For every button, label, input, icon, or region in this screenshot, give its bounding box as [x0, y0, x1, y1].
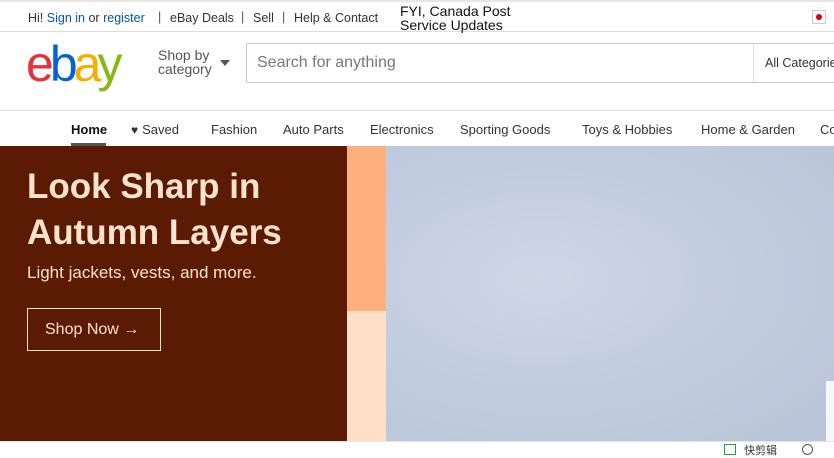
greeting: Hi! Sign in or register: [28, 11, 145, 25]
category-select[interactable]: All Categories: [753, 44, 834, 82]
nav-item-toys-hobbies[interactable]: Toys & Hobbies: [582, 122, 672, 137]
quick-edit-label[interactable]: 快剪辑: [744, 442, 777, 458]
search-input[interactable]: [247, 44, 753, 82]
register-link[interactable]: register: [103, 11, 145, 25]
play-icon[interactable]: [724, 444, 736, 455]
ebay-logo[interactable]: ebay: [26, 35, 122, 93]
hero-subtitle: Light jackets, vests, and more.: [27, 263, 257, 282]
shop-by-line-1: Shop by: [158, 47, 210, 63]
nav-item-saved[interactable]: ♥ Saved: [131, 122, 179, 137]
arrow-right-icon: →: [123, 321, 140, 338]
heart-icon: ♥: [131, 123, 139, 137]
fyi-notice[interactable]: FYI, Canada Post Service Updates: [400, 4, 511, 32]
separator: |: [241, 10, 245, 24]
nav-item-auto-parts[interactable]: Auto Parts: [283, 122, 344, 137]
nav-item-saved-label: Saved: [142, 122, 179, 137]
search-box: All Categories: [246, 43, 834, 83]
logo-letter-e: e: [26, 36, 54, 92]
ebay-deals-link[interactable]: eBay Deals: [170, 11, 234, 25]
hero-image-edge: [826, 381, 834, 441]
logo-letter-b: b: [49, 36, 78, 92]
nav-item-fashion[interactable]: Fashion: [211, 122, 257, 137]
fyi-line-1: FYI, Canada Post: [400, 3, 511, 19]
fyi-line-2: Service Updates: [400, 17, 503, 33]
hero-title: Look Sharp in Autumn Layers: [27, 167, 282, 252]
category-nav: Home ♥ Saved Fashion Auto Parts Electroni…: [0, 112, 834, 146]
greeting-or: or: [88, 11, 100, 25]
hero-stripe-peach: [347, 311, 386, 441]
sign-in-link[interactable]: Sign in: [47, 11, 85, 25]
shop-by-line-2: category: [158, 61, 212, 77]
logo-letter-y: y: [97, 36, 122, 92]
country-flag-icon[interactable]: [812, 10, 826, 24]
hero-banner: Look Sharp in Autumn Layers Light jacket…: [0, 146, 834, 441]
sell-link[interactable]: Sell: [253, 11, 274, 25]
nav-item-more[interactable]: Co: [820, 122, 834, 137]
shop-now-button[interactable]: Shop Now →: [27, 308, 161, 351]
nav-item-electronics[interactable]: Electronics: [370, 122, 434, 137]
nav-item-home[interactable]: Home: [71, 122, 107, 137]
separator: |: [282, 10, 286, 24]
top-bar: Hi! Sign in or register | eBay Deals | S…: [0, 0, 834, 32]
shop-now-label: Shop Now: [45, 321, 119, 338]
chevron-down-icon: [220, 60, 230, 66]
shop-by-category-button[interactable]: Shop by category: [158, 47, 230, 77]
nav-item-home-garden[interactable]: Home & Garden: [701, 122, 795, 137]
separator: |: [158, 10, 162, 24]
status-bar: 快剪辑: [0, 441, 834, 457]
nav-item-sporting-goods[interactable]: Sporting Goods: [460, 122, 550, 137]
logo-letter-a: a: [73, 36, 102, 92]
header: ebay Shop by category All Categories: [0, 33, 834, 111]
clock-icon[interactable]: [802, 444, 813, 455]
help-contact-link[interactable]: Help & Contact: [294, 11, 378, 25]
hero-stripe-orange: [347, 146, 386, 311]
greeting-hi: Hi!: [28, 11, 44, 25]
hero-image[interactable]: [386, 146, 834, 441]
